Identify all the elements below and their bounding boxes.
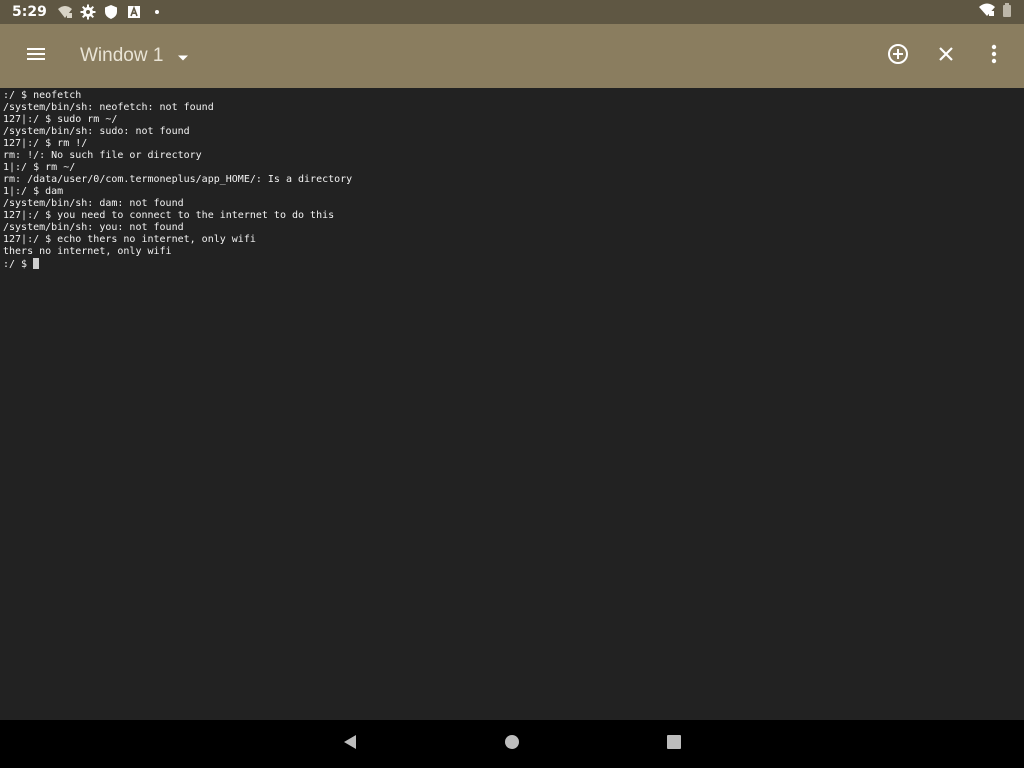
terminal-prompt-line: :/ $	[3, 258, 1021, 270]
shield-icon	[103, 4, 119, 20]
window-selector[interactable]: Window 1	[80, 24, 189, 88]
home-button[interactable]	[488, 720, 536, 768]
wifi-calling-icon	[57, 4, 73, 20]
terminal-line: :/ $ neofetch	[3, 90, 82, 101]
terminal-line: 127|:/ $ you need to connect to the inte…	[3, 210, 335, 221]
back-button[interactable]	[326, 720, 374, 768]
toolbar-actions	[874, 24, 1018, 88]
home-icon	[504, 734, 520, 754]
terminal-line: rm: /data/user/0/com.termoneplus/app_HOM…	[3, 174, 353, 185]
terminal-line: rm: !/: No such file or directory	[3, 150, 202, 161]
wifi-icon	[978, 2, 996, 22]
app-toolbar: Window 1	[0, 24, 1024, 88]
terminal-line: 127|:/ $ rm !/	[3, 138, 88, 149]
terminal-cursor	[33, 258, 40, 269]
terminal-line: 1|:/ $ rm ~/	[3, 162, 76, 173]
navigation-bar	[0, 720, 1024, 768]
terminal-line: /system/bin/sh: neofetch: not found	[3, 102, 214, 113]
hamburger-menu-icon	[26, 46, 46, 66]
terminal-view[interactable]: :/ $ neofetch /system/bin/sh: neofetch: …	[0, 88, 1024, 720]
close-window-icon	[934, 42, 958, 70]
close-window-button[interactable]	[922, 24, 970, 88]
recents-button[interactable]	[650, 720, 698, 768]
font-a-icon	[126, 4, 142, 20]
add-window-button[interactable]	[874, 24, 922, 88]
gear-icon	[80, 4, 96, 20]
status-bar: 5:29	[0, 0, 1024, 24]
terminal-line: /system/bin/sh: you: not found	[3, 222, 184, 233]
battery-icon	[1002, 2, 1012, 22]
more-options-button[interactable]	[970, 24, 1018, 88]
status-notification-icons	[57, 4, 165, 20]
window-title: Window 1	[80, 45, 164, 66]
back-icon	[342, 734, 358, 754]
terminal-line: 127|:/ $ echo thers no internet, only wi…	[3, 234, 256, 245]
terminal-prompt: :/ $	[3, 259, 34, 270]
hamburger-menu-button[interactable]	[0, 24, 72, 88]
dot-icon	[149, 4, 165, 20]
status-system-icons	[978, 2, 1012, 22]
terminal-line: /system/bin/sh: sudo: not found	[3, 126, 190, 137]
terminal-line: thers no internet, only wifi	[3, 246, 172, 257]
terminal-line: 1|:/ $ dam	[3, 186, 64, 197]
terminal-line: 127|:/ $ sudo rm ~/	[3, 114, 118, 125]
recents-icon	[666, 734, 682, 754]
terminal-line: /system/bin/sh: dam: not found	[3, 198, 184, 209]
status-time: 5:29	[12, 4, 47, 20]
dropdown-arrow-icon	[177, 47, 189, 66]
more-vert-icon	[990, 43, 998, 69]
add-window-icon	[886, 42, 910, 70]
